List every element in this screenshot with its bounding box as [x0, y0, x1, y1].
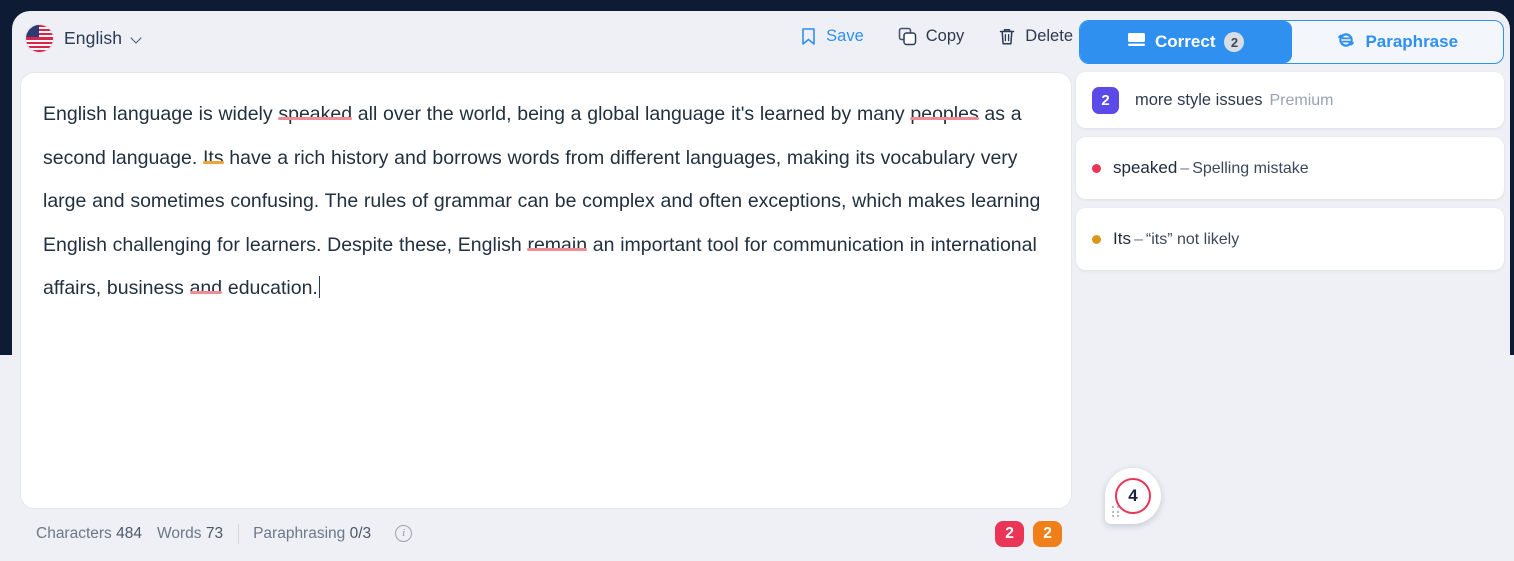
issue-word: speaked [1113, 158, 1178, 177]
copy-button[interactable]: Copy [898, 27, 965, 46]
words-value: 73 [205, 524, 224, 542]
grammar-error-red[interactable]: peoples [910, 103, 978, 125]
grammar-error-amber[interactable]: Its [203, 147, 224, 169]
correct-count-badge: 2 [1224, 32, 1245, 52]
tab-paraphrase[interactable]: Paraphrase [1292, 21, 1504, 63]
copy-label: Copy [925, 27, 965, 45]
style-issue-badge[interactable]: 2 [1033, 521, 1062, 547]
editor-panel: English Save Copy Delete Correct 2 Parap… [12, 11, 1510, 556]
grammar-error-red[interactable]: and [190, 277, 223, 299]
toolbar: English Save Copy Delete Correct 2 Parap… [12, 11, 1510, 71]
suggestion-text: Its – “its” not likely [1113, 229, 1239, 249]
issue-description: Spelling mistake [1192, 160, 1309, 177]
us-flag-icon [26, 25, 53, 52]
bookmark-icon [800, 27, 817, 46]
paraphrasing-count: Paraphrasing 0/3 [253, 525, 371, 543]
status-bar: Characters 484 Words 73 Paraphrasing 0/3… [20, 511, 1072, 556]
grammar-error-red[interactable]: remain [527, 234, 587, 256]
tab-correct-label: Correct [1155, 32, 1216, 51]
issue-description: “its” not likely [1145, 231, 1240, 248]
severity-dot-icon [1092, 163, 1101, 173]
info-icon[interactable]: i [395, 525, 413, 542]
language-selector[interactable]: English [26, 25, 143, 52]
issue-word: Its [1113, 229, 1131, 248]
status-divider [238, 523, 240, 544]
issue-dash: – [1180, 160, 1190, 177]
drag-handle-icon[interactable] [1112, 506, 1121, 517]
text-editor-card[interactable]: English language is widely speaked all o… [20, 72, 1072, 509]
refresh-cycle-icon [1336, 31, 1356, 54]
copy-icon [898, 27, 917, 46]
words-label: Words [157, 524, 202, 542]
suggestion-card-its[interactable]: Its – “its” not likely [1076, 208, 1504, 270]
document-score-bubble[interactable]: 4 [1105, 468, 1161, 524]
premium-card-text: more style issues Premium [1135, 91, 1333, 110]
character-count: Characters 484 [36, 525, 142, 543]
characters-label: Characters [36, 524, 112, 542]
tab-paraphrase-label: Paraphrase [1365, 32, 1459, 51]
app-window: English Save Copy Delete Correct 2 Parap… [0, 0, 1514, 561]
paraphrasing-value: 0/3 [349, 524, 372, 542]
suggestion-card-speaked[interactable]: speaked – Spelling mistake [1076, 137, 1504, 199]
save-button[interactable]: Save [800, 27, 864, 46]
premium-card-title: more style issues [1135, 90, 1263, 109]
keyboard-icon [1127, 32, 1146, 52]
trash-icon [998, 27, 1016, 46]
language-label: English [64, 28, 123, 48]
spelling-issue-badge[interactable]: 2 [995, 521, 1024, 547]
premium-tag: Premium [1269, 91, 1334, 109]
premium-count-badge: 2 [1092, 86, 1119, 114]
text-run: all over the world, being a global langu… [352, 103, 911, 125]
suggestion-text: speaked – Spelling mistake [1113, 158, 1309, 178]
suggestions-sidebar: 2 more style issues Premium speaked – Spell… [1076, 72, 1504, 509]
characters-value: 484 [116, 524, 142, 542]
toolbar-actions: Save Copy Delete [800, 27, 1073, 46]
delete-button[interactable]: Delete [998, 27, 1073, 46]
chevron-down-icon [132, 33, 143, 44]
paraphrasing-label: Paraphrasing [253, 524, 346, 542]
premium-upsell-card[interactable]: 2 more style issues Premium [1076, 72, 1504, 128]
issue-dash: – [1133, 231, 1143, 248]
text-run: English language is widely [43, 103, 279, 125]
tab-correct[interactable]: Correct 2 [1080, 21, 1292, 63]
text-editor-content[interactable]: English language is widely speaked all o… [43, 93, 1045, 311]
text-cursor [318, 276, 321, 298]
delete-label: Delete [1025, 27, 1073, 45]
severity-dot-icon [1092, 234, 1101, 244]
mode-toggle-group: Correct 2 Paraphrase [1079, 20, 1504, 64]
word-count: Words 73 [157, 525, 223, 543]
text-run: education. [222, 277, 318, 299]
issue-badges: 2 2 [995, 521, 1062, 547]
grammar-error-red[interactable]: speaked [278, 103, 352, 125]
save-label: Save [826, 27, 864, 45]
